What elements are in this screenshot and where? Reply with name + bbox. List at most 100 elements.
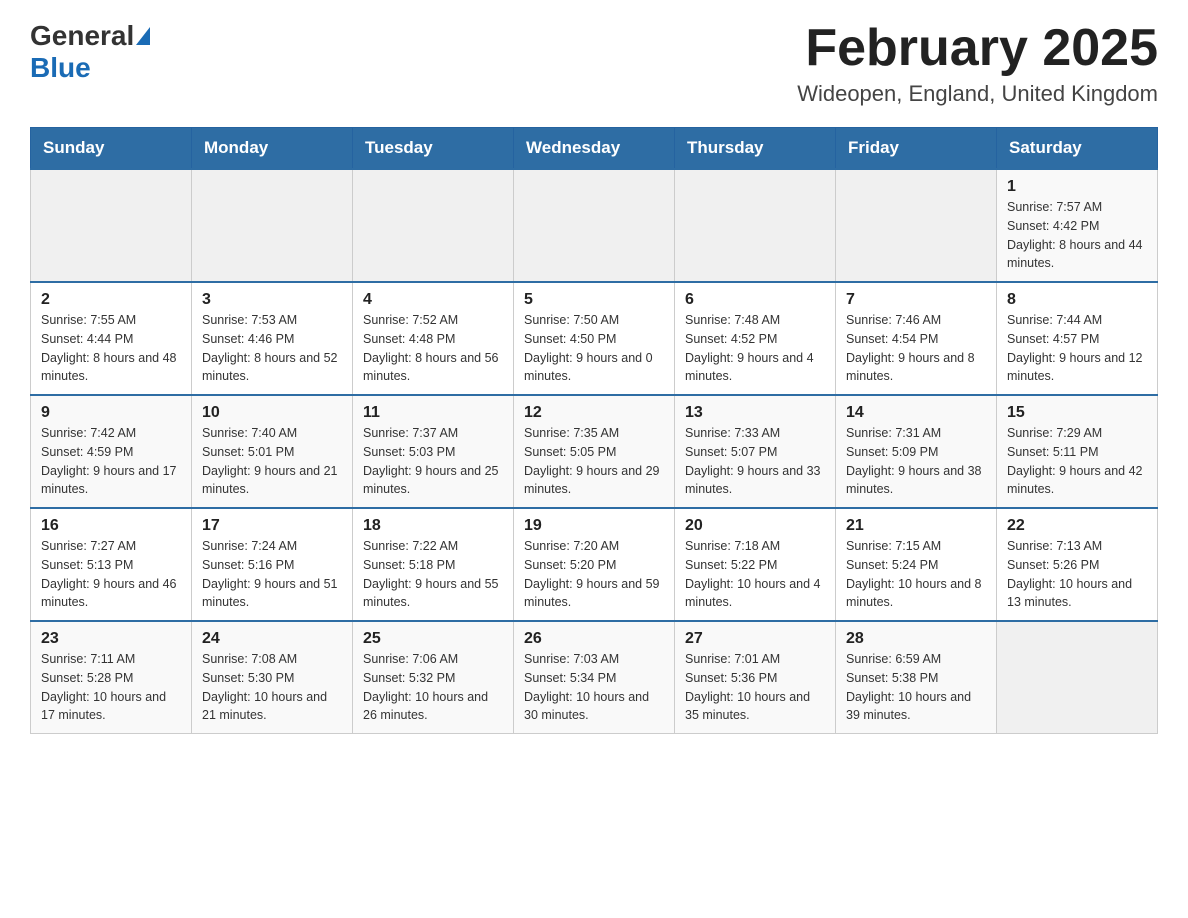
day-info: Sunrise: 7:55 AM Sunset: 4:44 PM Dayligh… (41, 311, 181, 386)
day-info: Sunrise: 7:42 AM Sunset: 4:59 PM Dayligh… (41, 424, 181, 499)
day-number: 13 (685, 404, 825, 422)
day-info: Sunrise: 7:18 AM Sunset: 5:22 PM Dayligh… (685, 537, 825, 612)
logo-triangle-icon (136, 27, 150, 45)
calendar-cell: 24 Sunrise: 7:08 AM Sunset: 5:30 PM Dayli… (192, 621, 353, 734)
day-info: Sunrise: 7:29 AM Sunset: 5:11 PM Dayligh… (1007, 424, 1147, 499)
day-info: Sunrise: 7:50 AM Sunset: 4:50 PM Dayligh… (524, 311, 664, 386)
calendar-cell: 8Sunrise: 7:44 AM Sunset: 4:57 PM Daylig… (997, 282, 1158, 395)
day-info: Sunrise: 7:37 AM Sunset: 5:03 PM Dayligh… (363, 424, 503, 499)
calendar-cell: 10 Sunrise: 7:40 AM Sunset: 5:01 PM Dayli… (192, 395, 353, 508)
calendar-cell (31, 169, 192, 282)
header-monday: Monday (192, 128, 353, 170)
calendar-cell: 6Sunrise: 7:48 AM Sunset: 4:52 PM Daylig… (675, 282, 836, 395)
day-info: Sunrise: 7:53 AM Sunset: 4:46 PM Dayligh… (202, 311, 342, 386)
day-number: 18 (363, 517, 503, 535)
day-number: 1 (1007, 178, 1147, 196)
calendar-cell: 14 Sunrise: 7:31 AM Sunset: 5:09 PM Dayli… (836, 395, 997, 508)
calendar-cell: 12 Sunrise: 7:35 AM Sunset: 5:05 PM Dayli… (514, 395, 675, 508)
day-number: 4 (363, 291, 503, 309)
day-info: Sunrise: 6:59 AM Sunset: 5:38 PM Dayligh… (846, 650, 986, 725)
header-sunday: Sunday (31, 128, 192, 170)
day-info: Sunrise: 7:35 AM Sunset: 5:05 PM Dayligh… (524, 424, 664, 499)
calendar-cell: 15 Sunrise: 7:29 AM Sunset: 5:11 PM Dayli… (997, 395, 1158, 508)
day-number: 21 (846, 517, 986, 535)
calendar-cell (675, 169, 836, 282)
week-row-1: 1Sunrise: 7:57 AM Sunset: 4:42 PM Daylig… (31, 169, 1158, 282)
page-header: General Blue February 2025 Wideopen, Eng… (30, 20, 1158, 107)
day-info: Sunrise: 7:03 AM Sunset: 5:34 PM Dayligh… (524, 650, 664, 725)
day-info: Sunrise: 7:27 AM Sunset: 5:13 PM Dayligh… (41, 537, 181, 612)
day-info: Sunrise: 7:33 AM Sunset: 5:07 PM Dayligh… (685, 424, 825, 499)
calendar-cell: 1Sunrise: 7:57 AM Sunset: 4:42 PM Daylig… (997, 169, 1158, 282)
calendar-cell: 28Sunrise: 6:59 AM Sunset: 5:38 PM Dayli… (836, 621, 997, 734)
title-section: February 2025 Wideopen, England, United … (797, 20, 1158, 107)
day-number: 10 (202, 404, 342, 422)
day-info: Sunrise: 7:06 AM Sunset: 5:32 PM Dayligh… (363, 650, 503, 725)
header-saturday: Saturday (997, 128, 1158, 170)
day-number: 22 (1007, 517, 1147, 535)
calendar-cell: 7 Sunrise: 7:46 AM Sunset: 4:54 PM Daylig… (836, 282, 997, 395)
day-info: Sunrise: 7:01 AM Sunset: 5:36 PM Dayligh… (685, 650, 825, 725)
week-row-3: 9 Sunrise: 7:42 AM Sunset: 4:59 PM Daylig… (31, 395, 1158, 508)
calendar-cell: 27 Sunrise: 7:01 AM Sunset: 5:36 PM Dayli… (675, 621, 836, 734)
week-row-2: 2 Sunrise: 7:55 AM Sunset: 4:44 PM Daylig… (31, 282, 1158, 395)
day-number: 19 (524, 517, 664, 535)
day-number: 8 (1007, 291, 1147, 309)
week-row-5: 23 Sunrise: 7:11 AM Sunset: 5:28 PM Dayli… (31, 621, 1158, 734)
day-number: 9 (41, 404, 181, 422)
calendar-cell: 2 Sunrise: 7:55 AM Sunset: 4:44 PM Daylig… (31, 282, 192, 395)
day-info: Sunrise: 7:52 AM Sunset: 4:48 PM Dayligh… (363, 311, 503, 386)
day-number: 5 (524, 291, 664, 309)
week-row-4: 16 Sunrise: 7:27 AM Sunset: 5:13 PM Dayli… (31, 508, 1158, 621)
header-tuesday: Tuesday (353, 128, 514, 170)
calendar-cell (353, 169, 514, 282)
day-number: 26 (524, 630, 664, 648)
day-number: 3 (202, 291, 342, 309)
calendar-cell: 26 Sunrise: 7:03 AM Sunset: 5:34 PM Dayli… (514, 621, 675, 734)
day-number: 15 (1007, 404, 1147, 422)
day-number: 7 (846, 291, 986, 309)
calendar-cell: 13 Sunrise: 7:33 AM Sunset: 5:07 PM Dayli… (675, 395, 836, 508)
calendar-cell: 3 Sunrise: 7:53 AM Sunset: 4:46 PM Daylig… (192, 282, 353, 395)
calendar-table: Sunday Monday Tuesday Wednesday Thursday… (30, 127, 1158, 734)
header-friday: Friday (836, 128, 997, 170)
calendar-cell: 23 Sunrise: 7:11 AM Sunset: 5:28 PM Dayli… (31, 621, 192, 734)
day-info: Sunrise: 7:11 AM Sunset: 5:28 PM Dayligh… (41, 650, 181, 725)
day-number: 12 (524, 404, 664, 422)
day-info: Sunrise: 7:46 AM Sunset: 4:54 PM Dayligh… (846, 311, 986, 386)
day-number: 14 (846, 404, 986, 422)
location-text: Wideopen, England, United Kingdom (797, 81, 1158, 107)
logo: General Blue (30, 20, 152, 84)
logo-blue-text: Blue (30, 52, 91, 84)
day-number: 2 (41, 291, 181, 309)
calendar-cell: 22 Sunrise: 7:13 AM Sunset: 5:26 PM Dayli… (997, 508, 1158, 621)
calendar-cell: 5 Sunrise: 7:50 AM Sunset: 4:50 PM Daylig… (514, 282, 675, 395)
header-thursday: Thursday (675, 128, 836, 170)
day-info: Sunrise: 7:15 AM Sunset: 5:24 PM Dayligh… (846, 537, 986, 612)
calendar-cell (836, 169, 997, 282)
weekday-header-row: Sunday Monday Tuesday Wednesday Thursday… (31, 128, 1158, 170)
day-number: 16 (41, 517, 181, 535)
calendar-cell: 18 Sunrise: 7:22 AM Sunset: 5:18 PM Dayli… (353, 508, 514, 621)
calendar-cell (514, 169, 675, 282)
calendar-cell: 25 Sunrise: 7:06 AM Sunset: 5:32 PM Dayli… (353, 621, 514, 734)
day-number: 27 (685, 630, 825, 648)
calendar-cell: 9 Sunrise: 7:42 AM Sunset: 4:59 PM Daylig… (31, 395, 192, 508)
day-info: Sunrise: 7:31 AM Sunset: 5:09 PM Dayligh… (846, 424, 986, 499)
calendar-cell: 21 Sunrise: 7:15 AM Sunset: 5:24 PM Dayli… (836, 508, 997, 621)
day-number: 23 (41, 630, 181, 648)
day-number: 20 (685, 517, 825, 535)
calendar-cell: 19 Sunrise: 7:20 AM Sunset: 5:20 PM Dayli… (514, 508, 675, 621)
calendar-cell: 11 Sunrise: 7:37 AM Sunset: 5:03 PM Dayli… (353, 395, 514, 508)
day-info: Sunrise: 7:20 AM Sunset: 5:20 PM Dayligh… (524, 537, 664, 612)
day-number: 25 (363, 630, 503, 648)
day-info: Sunrise: 7:13 AM Sunset: 5:26 PM Dayligh… (1007, 537, 1147, 612)
day-info: Sunrise: 7:22 AM Sunset: 5:18 PM Dayligh… (363, 537, 503, 612)
day-info: Sunrise: 7:40 AM Sunset: 5:01 PM Dayligh… (202, 424, 342, 499)
day-number: 24 (202, 630, 342, 648)
calendar-cell (192, 169, 353, 282)
day-info: Sunrise: 7:24 AM Sunset: 5:16 PM Dayligh… (202, 537, 342, 612)
day-info: Sunrise: 7:08 AM Sunset: 5:30 PM Dayligh… (202, 650, 342, 725)
logo-general-text: General (30, 20, 134, 52)
day-number: 11 (363, 404, 503, 422)
